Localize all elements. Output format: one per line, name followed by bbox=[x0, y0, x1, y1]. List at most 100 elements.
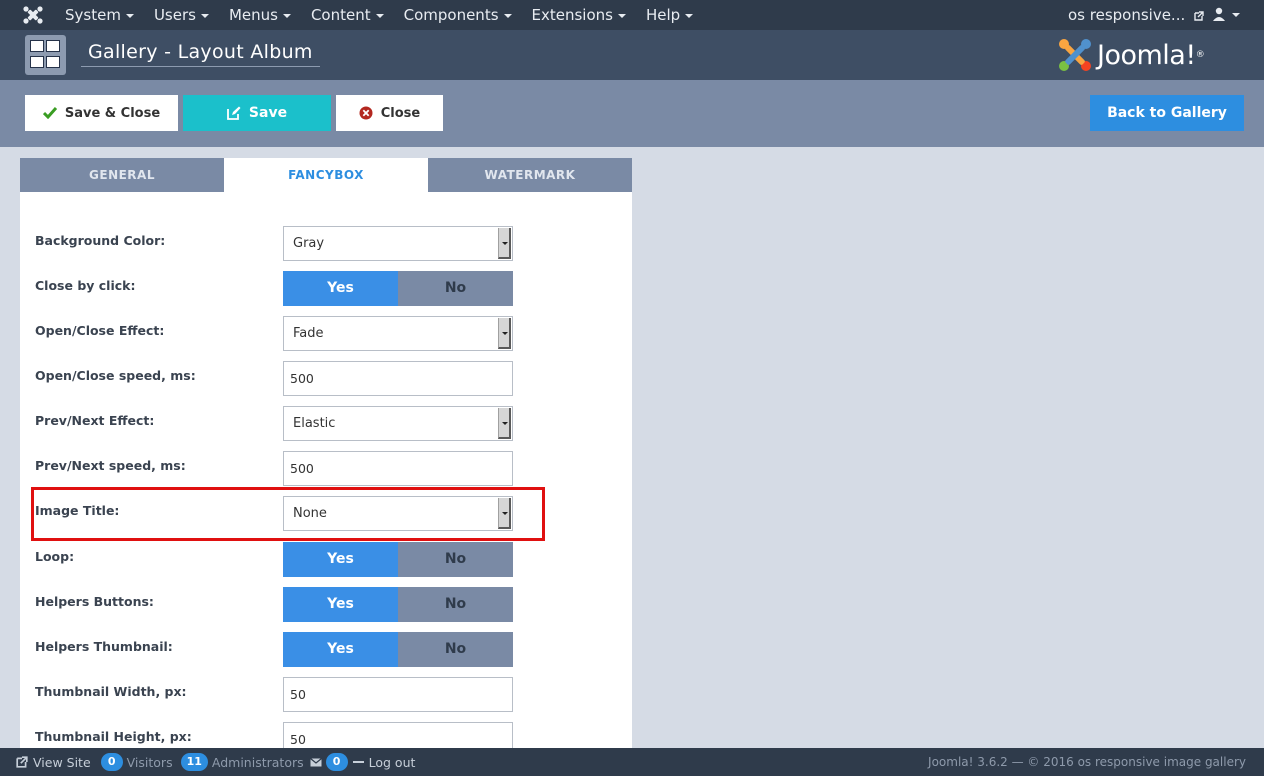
page-title: Gallery - Layout Album bbox=[81, 40, 320, 67]
helpers-thumbnail-toggle: Yes No bbox=[283, 632, 513, 667]
field-label: Background Color: bbox=[35, 233, 166, 248]
toggle-no-button[interactable]: No bbox=[398, 632, 513, 667]
caret-down-icon bbox=[375, 13, 384, 18]
external-link-icon bbox=[1194, 10, 1204, 21]
prev-next-effect-select[interactable]: Elastic bbox=[283, 406, 513, 441]
helpers-buttons-toggle: Yes No bbox=[283, 587, 513, 622]
site-link[interactable]: os responsive... bbox=[1068, 0, 1204, 30]
minus-icon bbox=[352, 761, 364, 763]
joomla-brand: Joomla! ® bbox=[1057, 36, 1205, 74]
joomla-logo-icon[interactable] bbox=[22, 5, 44, 25]
back-to-gallery-button[interactable]: Back to Gallery bbox=[1090, 95, 1244, 131]
joomla-wordmark: Joomla! bbox=[1097, 39, 1196, 71]
edit-icon bbox=[227, 106, 241, 120]
external-link-icon bbox=[16, 756, 28, 768]
messages-badge[interactable]: 0 bbox=[325, 753, 348, 771]
gallery-cell bbox=[46, 56, 60, 68]
menu-menus[interactable]: Menus bbox=[229, 0, 311, 30]
registered-mark: ® bbox=[1195, 50, 1205, 60]
toggle-yes-button[interactable]: Yes bbox=[283, 587, 398, 622]
prev-next-speed-input[interactable]: 500 bbox=[283, 451, 513, 486]
tab-bar: GENERAL FANCYBOX WATERMARK bbox=[20, 158, 632, 192]
save-button[interactable]: Save bbox=[183, 95, 331, 131]
field-label: Helpers Buttons: bbox=[35, 594, 154, 609]
top-navbar: System Users Menus Content Components Ex… bbox=[0, 0, 1264, 30]
select-value: Fade bbox=[293, 326, 324, 341]
field-label: Close by click: bbox=[35, 278, 136, 293]
thumbnail-width-input[interactable]: 50 bbox=[283, 677, 513, 712]
admins-badge: 11 bbox=[180, 753, 208, 771]
background-color-select[interactable]: Gray bbox=[283, 226, 513, 261]
caret-down-icon bbox=[125, 13, 134, 18]
menu-help[interactable]: Help bbox=[646, 0, 713, 30]
menu-system[interactable]: System bbox=[65, 0, 154, 30]
status-left: View Site 0 Visitors 11 Administrators 0… bbox=[16, 748, 415, 776]
toggle-no-button[interactable]: No bbox=[398, 542, 513, 577]
toggle-yes-button[interactable]: Yes bbox=[283, 542, 398, 577]
field-label: Thumbnail Width, px: bbox=[35, 684, 187, 699]
user-menu[interactable] bbox=[1213, 7, 1241, 27]
status-bar: View Site 0 Visitors 11 Administrators 0… bbox=[0, 748, 1264, 776]
dropdown-arrow-icon bbox=[498, 228, 511, 259]
select-value: Gray bbox=[293, 236, 325, 251]
dropdown-arrow-icon bbox=[498, 318, 511, 349]
toggle-no-button[interactable]: No bbox=[398, 587, 513, 622]
field-label: Prev/Next Effect: bbox=[35, 413, 155, 428]
gallery-cell bbox=[30, 40, 44, 52]
settings-panel: GENERAL FANCYBOX WATERMARK Background Co… bbox=[20, 158, 632, 757]
menu-label: Content bbox=[310, 6, 371, 24]
joomla-brand-icon bbox=[1059, 39, 1091, 71]
view-site-link[interactable]: View Site bbox=[16, 755, 91, 770]
menu-label: Help bbox=[645, 6, 681, 24]
tab-watermark[interactable]: WATERMARK bbox=[428, 158, 632, 192]
visitors-label: Visitors bbox=[126, 754, 173, 770]
caret-down-icon bbox=[685, 13, 694, 18]
loop-toggle: Yes No bbox=[283, 542, 513, 577]
save-close-label: Save & Close bbox=[64, 105, 161, 121]
save-label: Save bbox=[248, 105, 288, 121]
admins-label: Administrators bbox=[211, 754, 304, 770]
menu-content[interactable]: Content bbox=[311, 0, 404, 30]
user-icon bbox=[1213, 7, 1240, 21]
footer-text: Joomla! 3.6.2 — © 2016 os responsive ima… bbox=[928, 755, 1246, 769]
menu-components[interactable]: Components bbox=[404, 0, 532, 30]
main-menu: System Users Menus Content Components Ex… bbox=[65, 0, 713, 30]
caret-down-icon bbox=[617, 13, 626, 18]
gallery-cell bbox=[30, 56, 44, 68]
close-circle-icon bbox=[359, 106, 373, 120]
field-label: Open/Close Effect: bbox=[35, 323, 165, 338]
close-button[interactable]: Close bbox=[336, 95, 443, 131]
menu-label: System bbox=[65, 6, 121, 24]
menu-label: Extensions bbox=[531, 6, 613, 24]
view-site-label: View Site bbox=[33, 754, 91, 770]
field-label: Open/Close speed, ms: bbox=[35, 368, 196, 383]
select-value: Elastic bbox=[293, 416, 336, 431]
page-header: Gallery - Layout Album Joomla! ® bbox=[0, 30, 1264, 80]
field-label: Prev/Next speed, ms: bbox=[35, 458, 186, 473]
toggle-yes-button[interactable]: Yes bbox=[283, 632, 398, 667]
envelope-icon[interactable] bbox=[309, 757, 322, 767]
visitors-badge: 0 bbox=[100, 753, 123, 771]
save-close-button[interactable]: Save & Close bbox=[25, 95, 178, 131]
menu-label: Components bbox=[403, 6, 499, 24]
checkmark-icon bbox=[42, 107, 57, 119]
logout-link[interactable]: Log out bbox=[352, 754, 416, 770]
gallery-icon bbox=[25, 35, 66, 75]
caret-down-icon bbox=[503, 13, 512, 18]
field-label: Helpers Thumbnail: bbox=[35, 639, 173, 654]
logout-label: Log out bbox=[368, 754, 416, 770]
tab-general[interactable]: GENERAL bbox=[20, 158, 224, 192]
tab-fancybox[interactable]: FANCYBOX bbox=[224, 158, 428, 192]
close-label: Close bbox=[380, 105, 421, 121]
toggle-no-button[interactable]: No bbox=[398, 271, 513, 306]
menu-extensions[interactable]: Extensions bbox=[532, 0, 646, 30]
gallery-cell bbox=[46, 40, 60, 52]
menu-label: Users bbox=[153, 6, 196, 24]
toggle-yes-button[interactable]: Yes bbox=[283, 271, 398, 306]
open-close-speed-input[interactable]: 500 bbox=[283, 361, 513, 396]
field-label: Loop: bbox=[35, 549, 75, 564]
close-by-click-toggle: Yes No bbox=[283, 271, 513, 306]
menu-users[interactable]: Users bbox=[154, 0, 229, 30]
open-close-effect-select[interactable]: Fade bbox=[283, 316, 513, 351]
caret-down-icon bbox=[282, 13, 291, 18]
